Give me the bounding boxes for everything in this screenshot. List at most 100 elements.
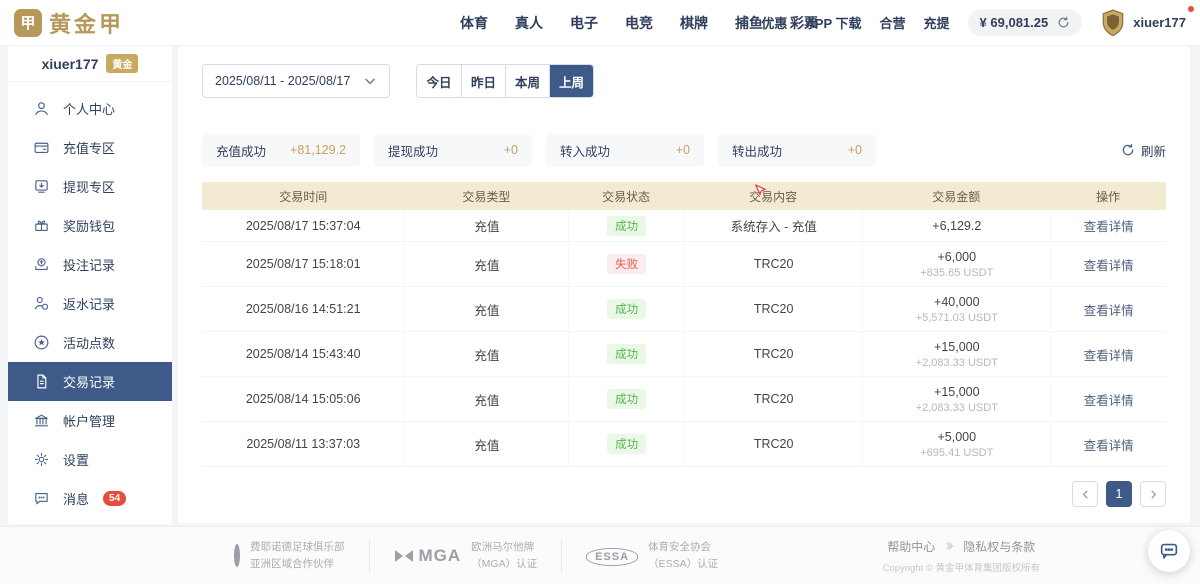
- copyright-text: Copyright © 黄金甲体育集团版权所有: [883, 560, 1040, 574]
- brand-logo[interactable]: 甲 黄金甲: [14, 7, 124, 39]
- date-range-select[interactable]: 2025/08/11 - 2025/08/17: [202, 64, 390, 98]
- certification-text: 费耶诺德足球俱乐部亚洲区域合作伙伴: [250, 539, 345, 572]
- sidebar-user: xiuer177 黄金: [8, 46, 172, 82]
- status-badge: 成功: [607, 216, 646, 236]
- customer-service-button[interactable]: [1148, 530, 1190, 572]
- table-body: 2025/08/17 15:37:04充值成功系统存入 - 充值+6,129.2…: [202, 210, 1166, 467]
- nav-item[interactable]: 真人: [515, 13, 543, 33]
- summary-label: 转出成功: [732, 141, 782, 160]
- cell-type: 充值: [404, 422, 568, 466]
- period-tab[interactable]: 本周: [505, 65, 549, 97]
- status-badge: 成功: [607, 434, 646, 454]
- rebate-icon: [33, 295, 50, 312]
- sidebar-item[interactable]: 返水记录: [8, 284, 172, 323]
- column-header: 交易状态: [568, 182, 684, 210]
- cell-content: TRC20: [684, 377, 862, 421]
- view-details-link[interactable]: 查看详情: [1084, 216, 1134, 235]
- refresh-icon: [1121, 143, 1135, 157]
- sidebar-item[interactable]: 交易记录: [8, 362, 172, 401]
- sidebar-item[interactable]: 提现专区: [8, 167, 172, 206]
- brand-logo-text: 黄金甲: [49, 7, 124, 39]
- mouse-cursor-icon: [754, 184, 766, 198]
- cell-status: 成功: [568, 287, 684, 331]
- bet-record-icon: [33, 256, 50, 273]
- table-row: 2025/08/11 13:37:03充值成功TRC20+5,000+695.4…: [202, 422, 1166, 467]
- table-header: 交易时间交易类型交易状态交易内容交易金额操作: [202, 182, 1166, 210]
- cell-status: 成功: [568, 332, 684, 376]
- sidebar-item[interactable]: 奖励钱包: [8, 206, 172, 245]
- header-link[interactable]: 合营: [880, 13, 906, 32]
- sidebar-item[interactable]: 个人中心: [8, 89, 172, 128]
- sidebar-item[interactable]: 充值专区: [8, 128, 172, 167]
- status-badge: 失败: [607, 254, 646, 274]
- cell-status: 成功: [568, 210, 684, 241]
- sidebar-item-label: 投注记录: [63, 255, 115, 274]
- message-icon: [33, 490, 50, 507]
- sidebar-item[interactable]: 投注记录: [8, 245, 172, 284]
- notification-dot: [1188, 6, 1194, 12]
- footer-links: 帮助中心 隐私权与条款: [883, 538, 1040, 555]
- cell-action: 查看详情: [1050, 332, 1166, 376]
- prev-page-button[interactable]: [1072, 481, 1098, 507]
- footer-link[interactable]: 隐私权与条款: [963, 538, 1035, 555]
- header-right: 优惠APP 下载合营充提 ¥ 69,081.25 xiuer177: [761, 9, 1186, 37]
- view-details-link[interactable]: 查看详情: [1084, 300, 1134, 319]
- sidebar-item-label: 返水记录: [63, 294, 115, 313]
- view-details-link[interactable]: 查看详情: [1084, 255, 1134, 274]
- sidebar-item-label: 交易记录: [63, 372, 115, 391]
- view-details-link[interactable]: 查看详情: [1084, 390, 1134, 409]
- view-details-link[interactable]: 查看详情: [1084, 345, 1134, 364]
- sidebar-item[interactable]: 帐户管理: [8, 401, 172, 440]
- amount-usdt: +695.41 USDT: [920, 447, 993, 459]
- summary-value: +0: [504, 143, 518, 157]
- bank-icon: [33, 412, 50, 429]
- sidebar-item[interactable]: 活动点数: [8, 323, 172, 362]
- nav-item[interactable]: 捕鱼: [735, 13, 763, 33]
- summary-value: +81,129.2: [290, 143, 346, 157]
- brand-logo-icon: 甲: [14, 9, 42, 37]
- sidebar: xiuer177 黄金 个人中心充值专区提现专区奖励钱包投注记录返水记录活动点数…: [8, 46, 172, 524]
- column-header: 交易类型: [404, 182, 568, 210]
- sidebar-item[interactable]: 消息54: [8, 479, 172, 518]
- main-nav: 体育 真人 电子 电竞 棋牌 捕鱼 彩票: [460, 13, 818, 33]
- header-link[interactable]: 充提: [924, 13, 950, 32]
- cell-content: TRC20: [684, 242, 862, 286]
- sidebar-item-label: 消息: [63, 489, 89, 508]
- cell-type: 充值: [404, 210, 568, 241]
- view-details-link[interactable]: 查看详情: [1084, 435, 1134, 454]
- wallet-balance-pill[interactable]: ¥ 69,081.25: [968, 9, 1083, 36]
- essa-logo-icon: ESSA: [586, 548, 638, 566]
- cell-action: 查看详情: [1050, 210, 1166, 241]
- next-page-button[interactable]: [1140, 481, 1166, 507]
- nav-item[interactable]: 电子: [570, 13, 598, 33]
- period-tab[interactable]: 今日: [417, 65, 461, 97]
- nav-item[interactable]: 棋牌: [680, 13, 708, 33]
- nav-item[interactable]: 体育: [460, 13, 488, 33]
- cell-time: 2025/08/16 14:51:21: [202, 287, 404, 331]
- user-menu[interactable]: xiuer177: [1100, 9, 1186, 37]
- cell-type: 充值: [404, 287, 568, 331]
- footer-link-separator-icon: [944, 541, 954, 551]
- status-badge: 成功: [607, 389, 646, 409]
- nav-item[interactable]: 电竞: [625, 13, 653, 33]
- cell-type: 充值: [404, 377, 568, 421]
- wallet-balance: ¥ 69,081.25: [980, 15, 1049, 30]
- refresh-balance-icon[interactable]: [1057, 16, 1070, 29]
- status-badge: 成功: [607, 299, 646, 319]
- period-tabs: 今日昨日本周上周: [416, 64, 594, 98]
- certification-mga: MGA欧洲马尔他牌（MGA）认证: [369, 539, 562, 573]
- period-tab[interactable]: 昨日: [461, 65, 505, 97]
- chevron-down-icon: [363, 74, 377, 88]
- filter-row: 2025/08/11 - 2025/08/17 今日昨日本周上周: [202, 64, 1166, 98]
- page-number-button[interactable]: 1: [1106, 481, 1132, 507]
- certifications: 费耶诺德足球俱乐部亚洲区域合作伙伴MGA欧洲马尔他牌（MGA）认证ESSA体育安…: [210, 539, 742, 573]
- certification-feyenoord: 费耶诺德足球俱乐部亚洲区域合作伙伴: [210, 539, 369, 573]
- nav-item[interactable]: 彩票: [790, 13, 818, 33]
- cell-type: 充值: [404, 332, 568, 376]
- sidebar-item[interactable]: 设置: [8, 440, 172, 479]
- footer-link[interactable]: 帮助中心: [887, 538, 935, 555]
- refresh-button[interactable]: 刷新: [1121, 141, 1166, 160]
- feyenoord-logo-icon: [234, 544, 240, 567]
- wallet-icon: [33, 139, 50, 156]
- period-tab[interactable]: 上周: [549, 65, 593, 97]
